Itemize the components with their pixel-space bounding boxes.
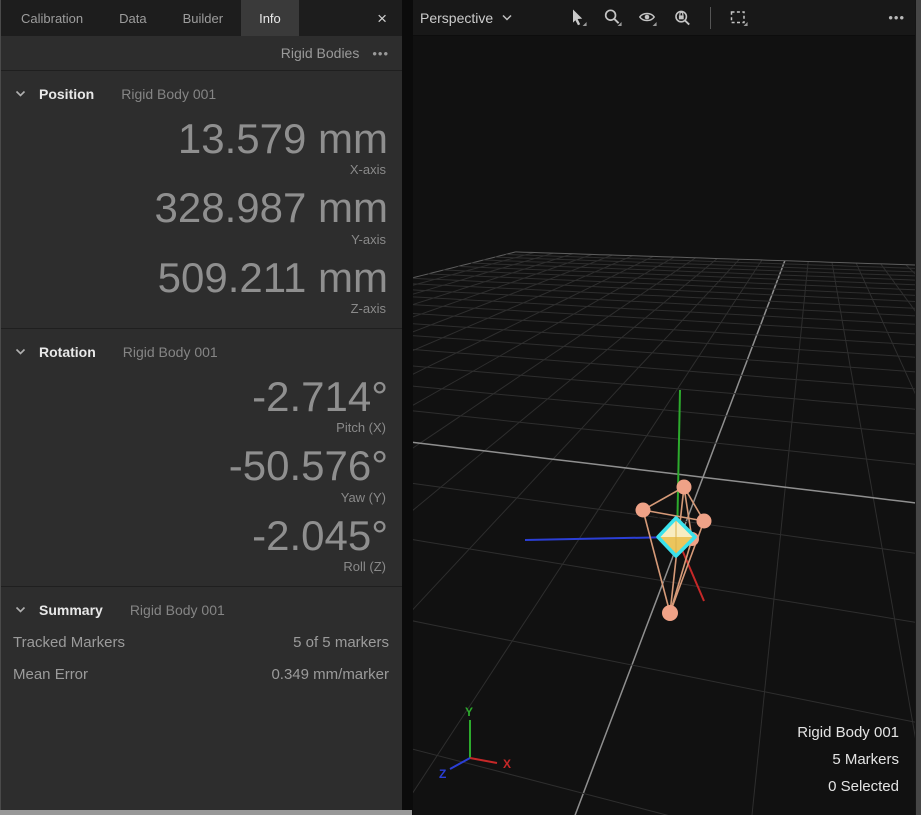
view-selector-label: Perspective xyxy=(420,10,493,26)
tracked-markers-value: 5 of 5 markers xyxy=(293,634,389,651)
position-z-label: Z-axis xyxy=(1,300,402,318)
tracked-markers-label: Tracked Markers xyxy=(13,634,125,651)
mean-error-label: Mean Error xyxy=(13,666,88,683)
toolbar-divider xyxy=(710,7,711,29)
overlay-rigid-body-name: Rigid Body 001 xyxy=(797,719,899,746)
window-bottom-border[interactable] xyxy=(0,810,412,815)
viewport-3d-pane: Perspective xyxy=(413,0,915,815)
window-right-border xyxy=(915,0,921,815)
svg-text:Z: Z xyxy=(439,767,446,781)
section-subtitle: Rigid Body 001 xyxy=(123,344,218,360)
svg-text:X: X xyxy=(503,757,511,771)
section-subtitle: Rigid Body 001 xyxy=(121,86,216,102)
scene-svg: Y X Z xyxy=(413,36,915,815)
section-title: Summary xyxy=(39,602,103,618)
section-subtitle: Rigid Body 001 xyxy=(130,602,225,618)
position-section-header[interactable]: Position Rigid Body 001 xyxy=(1,71,402,110)
view-selector-dropdown[interactable]: Perspective xyxy=(420,10,512,26)
position-z-value: 509.211 mm xyxy=(1,249,402,300)
position-section: Position Rigid Body 001 13.579 mm X-axis… xyxy=(1,71,402,329)
chevron-down-icon xyxy=(15,606,26,614)
section-title: Position xyxy=(39,86,94,102)
chevron-down-icon xyxy=(15,90,26,98)
viewport-canvas[interactable]: Y X Z Rigid Body 001 5 Markers 0 Selected xyxy=(413,36,915,815)
tab-data[interactable]: Data xyxy=(101,0,164,36)
position-x-label: X-axis xyxy=(1,161,402,179)
visibility-tool-icon[interactable] xyxy=(638,8,658,28)
rotation-pitch-label: Pitch (X) xyxy=(1,419,402,437)
position-x-value: 13.579 mm xyxy=(1,110,402,161)
zoom-tool-icon[interactable] xyxy=(603,8,623,28)
tracked-markers-row: Tracked Markers 5 of 5 markers xyxy=(1,626,402,658)
close-pane-button[interactable]: × xyxy=(362,0,402,36)
tab-info[interactable]: Info xyxy=(241,0,299,36)
tab-builder[interactable]: Builder xyxy=(165,0,241,36)
rotation-section-header[interactable]: Rotation Rigid Body 001 xyxy=(1,329,402,368)
viewport-menu-button[interactable]: ••• xyxy=(888,10,905,25)
tab-calibration[interactable]: Calibration xyxy=(3,0,101,36)
chevron-down-icon xyxy=(15,348,26,356)
rotation-roll-label: Roll (Z) xyxy=(1,558,402,576)
rigid-bodies-label: Rigid Bodies xyxy=(281,45,360,61)
select-tool-icon[interactable] xyxy=(568,8,588,28)
position-y-value: 328.987 mm xyxy=(1,179,402,230)
mean-error-value: 0.349 mm/marker xyxy=(271,666,389,683)
section-title: Rotation xyxy=(39,344,96,360)
overlay-marker-count: 5 Markers xyxy=(797,746,899,773)
summary-section-header[interactable]: Summary Rigid Body 001 xyxy=(1,587,402,626)
mean-error-row: Mean Error 0.349 mm/marker xyxy=(1,658,402,690)
position-y-label: Y-axis xyxy=(1,231,402,249)
summary-section: Summary Rigid Body 001 Tracked Markers 5… xyxy=(1,587,402,700)
rotation-yaw-label: Yaw (Y) xyxy=(1,489,402,507)
zoom-lock-tool-icon[interactable] xyxy=(673,8,693,28)
rotation-yaw-value: -50.576° xyxy=(1,437,402,488)
marquee-select-tool-icon[interactable] xyxy=(728,8,749,28)
rotation-roll-value: -2.045° xyxy=(1,507,402,558)
rotation-pitch-value: -2.714° xyxy=(1,368,402,419)
svg-text:Y: Y xyxy=(465,705,473,719)
selection-overlay: Rigid Body 001 5 Markers 0 Selected xyxy=(797,719,899,800)
rotation-section: Rotation Rigid Body 001 -2.714° Pitch (X… xyxy=(1,329,402,587)
info-pane: Calibration Data Builder Info × Rigid Bo… xyxy=(0,0,402,810)
viewport-toolbar: Perspective xyxy=(413,0,915,36)
app-window: Calibration Data Builder Info × Rigid Bo… xyxy=(0,0,921,815)
close-icon: × xyxy=(377,10,387,27)
pane-tabbar: Calibration Data Builder Info × xyxy=(1,0,402,36)
chevron-down-icon xyxy=(502,14,512,21)
overlay-selected-count: 0 Selected xyxy=(797,773,899,800)
rigid-bodies-header: Rigid Bodies ••• xyxy=(1,36,402,71)
viewport-tools xyxy=(568,7,749,29)
rigid-bodies-menu-button[interactable]: ••• xyxy=(372,46,389,61)
